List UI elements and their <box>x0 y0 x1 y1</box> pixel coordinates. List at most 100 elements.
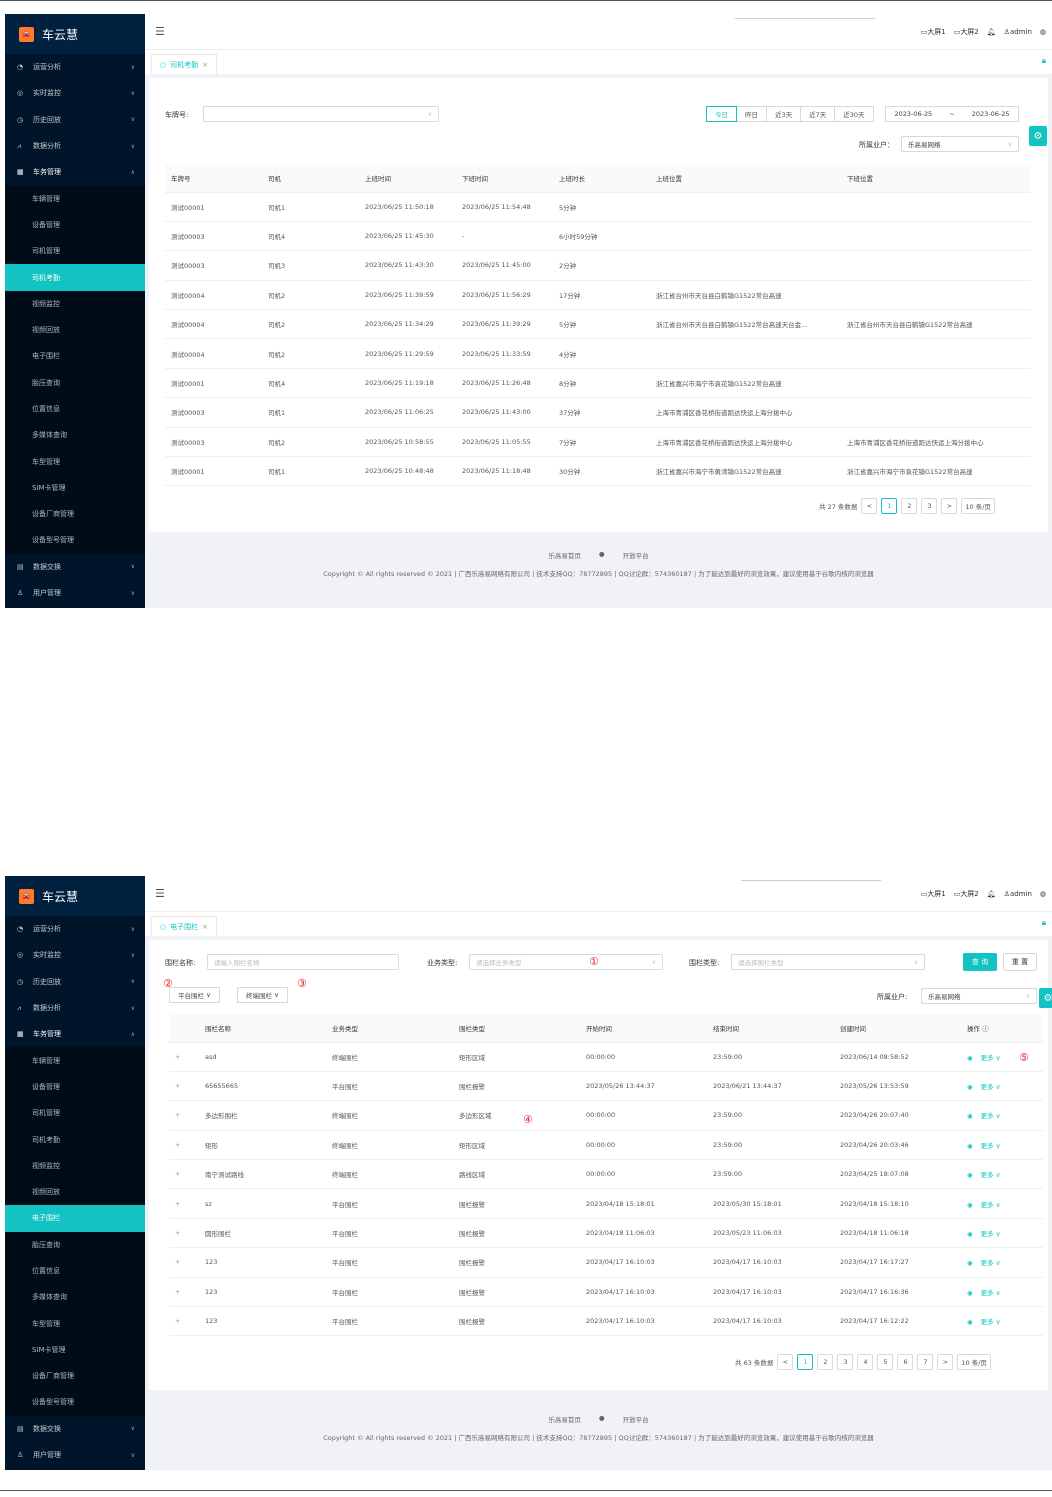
fence-name-input[interactable]: 请输入围栏名称 <box>207 954 399 970</box>
eye-icon[interactable]: ◉ <box>967 1201 973 1209</box>
table-row[interactable]: +65655665 平台围栏 围栏报警 2023/05/26 13:44:37 2023… <box>169 1071 1043 1102</box>
sidebar-item-2[interactable]: ◷ 历史回放 ∨ <box>5 969 145 995</box>
sidebar-subitem-4[interactable]: 视频监控 <box>5 1152 145 1179</box>
platform-fence-button[interactable]: 平台围栏 ∨ <box>169 987 220 1003</box>
footer-open-platform-link[interactable]: 开放平台 <box>623 550 649 560</box>
footer-home-link[interactable]: 乐高易首页 <box>548 550 581 560</box>
more-button[interactable]: 更多 ∨ <box>981 1289 1001 1297</box>
sidebar-subitem-9[interactable]: 多媒体查询 <box>5 422 145 449</box>
table-row[interactable]: 测试00003 司机4 2023/06/25 11:45:30-6小时59分钟 <box>165 221 1031 252</box>
expand-row-icon[interactable]: + <box>169 1218 199 1249</box>
more-button[interactable]: 更多 ∨ <box>981 1054 1001 1062</box>
github-icon[interactable]: ● <box>599 550 605 560</box>
table-row[interactable]: + 矩形 终端围栏 矩形区域 00:00:00 23:59:00 2023/04/26 20… <box>169 1130 1043 1161</box>
tenant-select[interactable]: 乐高易网络 ∨ <box>901 136 1019 152</box>
sidebar-subitem-1[interactable]: 设备管理 <box>5 211 145 239</box>
bell-icon[interactable]: 🔔︎ <box>987 890 996 898</box>
expand-row-icon[interactable]: + <box>169 1071 199 1102</box>
sidebar-subitem-7[interactable]: 胎压查询 <box>5 1231 145 1258</box>
table-row[interactable]: +123 平台围栏 围栏报警 2023/04/17 16:10:03 2023/04/1… <box>169 1306 1043 1337</box>
eye-icon[interactable]: ◉ <box>967 1054 973 1062</box>
page-button-2[interactable]: 2 <box>901 498 918 514</box>
table-row[interactable]: + 圆形围栏 平台围栏 围栏报警 2023/04/18 11:06:03 2023/05/… <box>169 1218 1043 1249</box>
sidebar-item-3[interactable]: ⩘ 数据分析 ∨ <box>5 133 145 159</box>
more-button[interactable]: 更多 ∨ <box>981 1230 1001 1238</box>
page-button-3[interactable]: 3 <box>837 1354 854 1370</box>
sidebar-item-4[interactable]: ▦ 车务管理 ∧ <box>5 159 145 185</box>
expand-row-icon[interactable]: + <box>169 1188 199 1219</box>
expand-row-icon[interactable]: + <box>169 1306 199 1337</box>
expand-row-icon[interactable]: + <box>169 1130 199 1161</box>
lock-icon[interactable]: 🔒︎ <box>1042 918 1046 928</box>
sidebar-subitem-10[interactable]: 车型管理 <box>5 448 145 475</box>
sidebar-subitem-2[interactable]: 司机管理 <box>5 238 145 265</box>
next-page-button[interactable]: > <box>941 498 958 514</box>
more-button[interactable]: 更多 ∨ <box>981 1201 1001 1209</box>
sidebar-item-1[interactable]: ◎ 实时监控 ∨ <box>5 80 145 106</box>
expand-row-icon[interactable]: + <box>169 1277 199 1308</box>
sidebar-subitem-6[interactable]: 电子围栏 <box>5 1205 145 1232</box>
tenant-select[interactable]: 乐高易网络 ∨ <box>921 988 1037 1004</box>
sidebar-subitem-12[interactable]: 设备厂商管理 <box>5 501 145 528</box>
table-row[interactable]: +123 平台围栏 围栏报警 2023/04/17 16:10:03 2023/04/1… <box>169 1247 1043 1278</box>
eye-icon[interactable]: ◉ <box>967 1318 973 1326</box>
page-button-5[interactable]: 5 <box>877 1354 894 1370</box>
sidebar-item-0[interactable]: ◔ 运营分析 ∨ <box>5 54 145 80</box>
sidebar-subitem-13[interactable]: 设备型号管理 <box>5 1389 145 1416</box>
eye-icon[interactable]: ◉ <box>967 1230 973 1238</box>
page-button-3[interactable]: 3 <box>921 498 938 514</box>
plate-select[interactable]: ∨ <box>203 106 439 122</box>
sidebar-item-bottom-1[interactable]: ♙ 用户管理 ∨ <box>5 1442 145 1468</box>
tab-electronic-fence[interactable]: ○ 电子围栏 × <box>151 916 217 936</box>
logo[interactable]: 🚘 车云慧 <box>5 876 145 916</box>
sidebar-subitem-12[interactable]: 设备厂商管理 <box>5 1363 145 1390</box>
sidebar-subitem-6[interactable]: 电子围栏 <box>5 343 145 370</box>
more-button[interactable]: 更多 ∨ <box>981 1112 1001 1120</box>
table-row[interactable]: + 南宁测试路线 终端围栏 路线区域 00:00:00 23:59:00 2023/04/2… <box>169 1159 1043 1190</box>
sidebar-subitem-3[interactable]: 司机考勤 <box>5 264 145 291</box>
expand-row-icon[interactable]: + <box>169 1247 199 1278</box>
next-page-button[interactable]: > <box>937 1354 954 1370</box>
more-button[interactable]: 更多 ∨ <box>981 1142 1001 1150</box>
page-button-2[interactable]: 2 <box>817 1354 834 1370</box>
eye-icon[interactable]: ◉ <box>967 1083 973 1091</box>
biz-type-select[interactable]: 请选择业务类型 ∨ <box>469 954 663 970</box>
sidebar-subitem-11[interactable]: SIM卡管理 <box>5 1336 145 1364</box>
date-button-0[interactable]: 今日 <box>706 106 737 122</box>
eye-icon[interactable]: ◉ <box>967 1171 973 1179</box>
sidebar-subitem-0[interactable]: 车辆管理 <box>5 1047 145 1074</box>
github-icon[interactable]: ● <box>599 1414 605 1424</box>
screen1-button[interactable]: ▭大屏1 <box>921 27 946 37</box>
more-button[interactable]: 更多 ∨ <box>981 1083 1001 1091</box>
page-button-7[interactable]: 7 <box>917 1354 934 1370</box>
close-icon[interactable]: × <box>202 923 208 931</box>
sidebar-subitem-8[interactable]: 位置信息 <box>5 395 145 423</box>
table-row[interactable]: 测试00004 司机2 2023/06/25 11:29:59 2023/06/25 … <box>165 338 1031 369</box>
eye-icon[interactable]: ◉ <box>967 1142 973 1150</box>
date-button-4[interactable]: 近30天 <box>834 106 874 122</box>
sidebar-subitem-10[interactable]: 车型管理 <box>5 1310 145 1337</box>
gear-icon[interactable]: ⚙ <box>1039 988 1052 1008</box>
table-row[interactable]: 测试00003 司机2 2023/06/25 10:58:55 2023/06/25 … <box>165 427 1031 458</box>
sidebar-item-4[interactable]: ▦ 车务管理 ∧ <box>5 1021 145 1047</box>
sidebar-item-0[interactable]: ◔ 运营分析 ∨ <box>5 916 145 942</box>
sidebar-item-bottom-0[interactable]: ▤ 数据交换 ∨ <box>5 1416 145 1442</box>
menu-fold-icon[interactable]: ☰ <box>155 25 165 38</box>
sidebar-subitem-8[interactable]: 位置信息 <box>5 1257 145 1285</box>
date-button-3[interactable]: 近7天 <box>800 106 836 122</box>
date-button-2[interactable]: 近3天 <box>766 106 802 122</box>
page-size-select[interactable]: 10 条/页 <box>961 498 995 514</box>
sidebar-subitem-5[interactable]: 视频回放 <box>5 316 145 344</box>
terminal-fence-button[interactable]: 终端围栏 ∨ <box>237 987 288 1003</box>
bell-icon[interactable]: 🔔︎ <box>987 28 996 36</box>
menu-fold-icon[interactable]: ☰ <box>155 887 165 900</box>
expand-row-icon[interactable]: + <box>169 1042 199 1072</box>
date-range-picker[interactable]: 2023-06-25 ~ 2023-06-25 <box>885 106 1019 122</box>
table-row[interactable]: 测试00001 司机4 2023/06/25 11:19:18 2023/06/25 … <box>165 368 1031 399</box>
table-row[interactable]: 测试00001 司机1 2023/06/25 11:50:18 2023/06/25 … <box>165 192 1031 222</box>
query-button[interactable]: 查 询 <box>963 953 997 971</box>
page-button-6[interactable]: 6 <box>897 1354 914 1370</box>
sidebar-item-bottom-0[interactable]: ▤ 数据交换 ∨ <box>5 554 145 580</box>
tab-driver-attendance[interactable]: ○ 司机考勤 × <box>151 54 217 74</box>
fence-type-select[interactable]: 请选择围栏类型 ∨ <box>731 954 925 970</box>
